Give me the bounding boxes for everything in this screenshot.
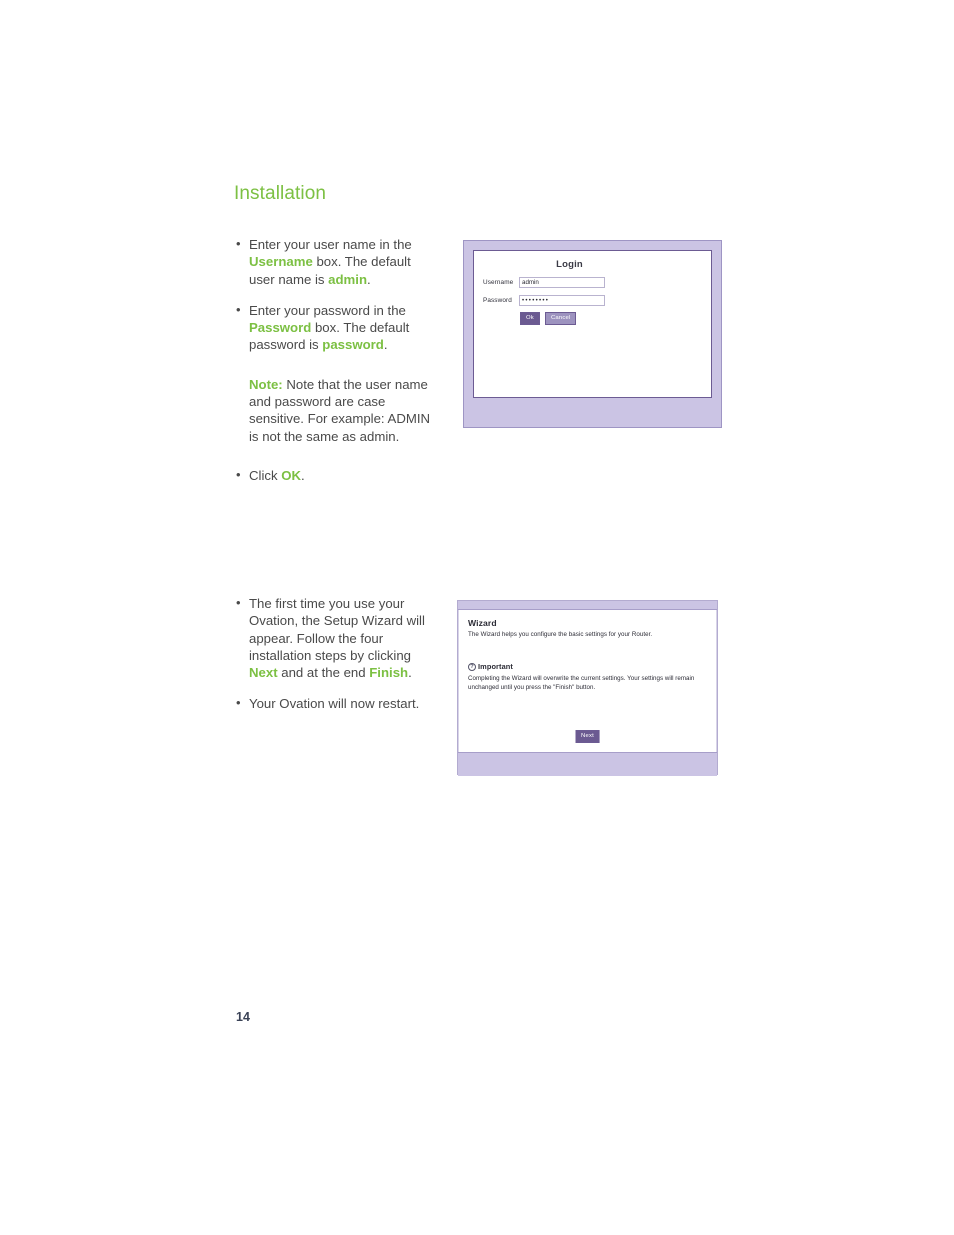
bullet-text-part: Click	[249, 467, 282, 483]
bullet-text-part: .	[367, 271, 371, 287]
wizard-bottom-band	[458, 752, 717, 776]
bullet-text-part: Your Ovation will now restart.	[249, 696, 420, 712]
bullet-text-emphasis: Finish	[369, 665, 409, 681]
page-number: 14	[236, 1010, 250, 1024]
login-dialog: Login Username admin Password •••••••• O…	[473, 250, 712, 398]
bullet-text-emphasis: Password	[249, 320, 312, 336]
login-button-row: Ok Cancel	[474, 312, 711, 325]
bullet-text-part: Enter your user name in the	[249, 237, 412, 252]
username-input[interactable]: admin	[519, 277, 605, 288]
wizard-dialog: Wizard The Wizard helps you configure th…	[458, 610, 717, 752]
wizard-warning-text: Completing the Wizard will overwrite the…	[468, 675, 695, 691]
list-item: Your Ovation will now restart.	[235, 694, 431, 712]
note-label: Note:	[249, 376, 283, 392]
bullet-text-emphasis: admin	[328, 271, 368, 287]
instructions-column-lower: The first time you use your Ovation, the…	[235, 594, 431, 727]
important-label: Important	[478, 662, 513, 671]
bullet-text-emphasis: Next	[249, 665, 278, 681]
username-label: Username	[483, 279, 514, 286]
important-header: ? Important	[468, 662, 707, 671]
instructions-column-upper: Enter your user name in the Username box…	[235, 235, 431, 498]
bullet-text-part: Enter your password in the	[249, 302, 406, 318]
bullet-text-part: .	[408, 665, 412, 681]
password-row: Password ••••••••	[474, 295, 711, 306]
wizard-heading: Wizard	[468, 618, 497, 628]
login-screenshot-figure: Login Username admin Password •••••••• O…	[463, 240, 722, 428]
bullet-text-emphasis: password	[322, 337, 384, 353]
note-block: Note: Note that the user name and passwo…	[235, 376, 431, 445]
list-item: Enter your password in the Password box.…	[235, 301, 431, 354]
bullet-text-emphasis: OK	[281, 467, 302, 483]
password-input[interactable]: ••••••••	[519, 295, 605, 306]
list-item: Enter your user name in the Username box…	[235, 235, 431, 288]
bullet-text-part: and at the end	[277, 665, 370, 681]
bullet-text-part: .	[383, 337, 388, 353]
list-item: The first time you use your Ovation, the…	[235, 594, 431, 681]
cancel-button[interactable]: Cancel	[544, 312, 577, 325]
bullet-text-emphasis: Username	[249, 254, 313, 270]
list-item: Click OK.	[235, 466, 431, 484]
password-label: Password	[483, 297, 512, 304]
login-dialog-title: Login	[556, 259, 583, 270]
wizard-subtitle: The Wizard helps you configure the basic…	[468, 631, 653, 638]
wizard-top-band	[458, 601, 717, 610]
bullet-text-part: The first time you use your Ovation, the…	[249, 596, 425, 663]
next-button[interactable]: Next	[575, 730, 600, 743]
ok-button[interactable]: Ok	[520, 312, 540, 325]
question-mark-icon: ?	[468, 663, 476, 671]
username-row: Username admin	[474, 277, 711, 288]
wizard-screenshot-figure: Wizard The Wizard helps you configure th…	[457, 600, 718, 776]
page-title: Installation	[234, 183, 327, 204]
bullet-text-part: .	[301, 467, 305, 483]
